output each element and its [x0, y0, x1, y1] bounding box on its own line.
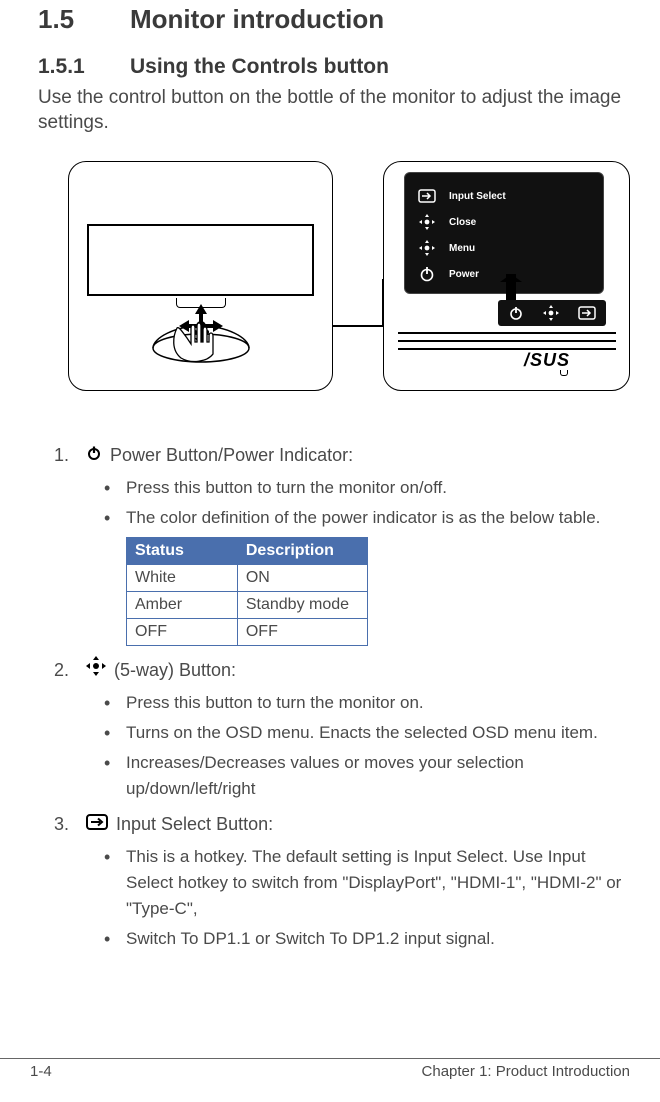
list-item: (5-way) Button: Press this button to tur…	[74, 656, 630, 802]
page-number: 1-4	[30, 1063, 52, 1080]
joystick-icon	[86, 656, 106, 684]
section-number: 1.5	[38, 4, 130, 35]
input-select-icon	[86, 810, 108, 838]
bezel-notch	[560, 370, 568, 376]
list-item-title: (5-way) Button:	[114, 656, 236, 684]
table-header: Status	[127, 538, 238, 565]
control-strip	[498, 300, 606, 326]
subsection-heading: 1.5.1Using the Controls button	[38, 55, 630, 79]
list-item-title: Power Button/Power Indicator:	[110, 441, 353, 469]
osd-row: Menu	[417, 235, 591, 261]
osd-item-label: Close	[449, 217, 476, 228]
power-icon	[86, 441, 102, 469]
menu-icon	[417, 240, 437, 256]
list-item: Press this button to turn the monitor on…	[104, 475, 630, 501]
osd-item-label: Menu	[449, 243, 475, 254]
osd-row: Input Select	[417, 183, 591, 209]
joystick-icon	[543, 305, 559, 321]
list-item: Increases/Decreases values or moves your…	[104, 750, 630, 802]
list-item: Switch To DP1.1 or Switch To DP1.2 input…	[104, 926, 630, 952]
list-item: Press this button to turn the monitor on…	[104, 690, 630, 716]
osd-item-label: Power	[449, 269, 479, 280]
table-row: OFFOFF	[127, 619, 368, 646]
input-select-icon	[578, 306, 596, 320]
diagram-container: Input Select Close Menu Power	[68, 161, 630, 397]
bezel-line	[398, 332, 616, 342]
list-item: This is a hotkey. The default setting is…	[104, 844, 630, 922]
power-icon	[417, 266, 437, 282]
close-icon	[417, 214, 437, 230]
list-item: Power Button/Power Indicator: Press this…	[74, 441, 630, 646]
diagram-panel-right: Input Select Close Menu Power	[383, 161, 630, 391]
asus-logo: /SUS	[524, 350, 604, 372]
monitor-neck	[176, 298, 226, 308]
status-table: Status Description WhiteON AmberStandby …	[126, 537, 368, 646]
leader-line	[332, 325, 384, 327]
section-title: Monitor introduction	[130, 4, 384, 34]
power-icon	[508, 305, 524, 321]
osd-row: Close	[417, 209, 591, 235]
diagram-panel-left	[68, 161, 333, 391]
section-heading: 1.5Monitor introduction	[38, 0, 630, 35]
subsection-title: Using the Controls button	[130, 55, 389, 78]
list-item: The color definition of the power indica…	[104, 505, 630, 531]
table-row: AmberStandby mode	[127, 592, 368, 619]
lead-paragraph: Use the control button on the bottle of …	[38, 85, 630, 135]
chapter-label: Chapter 1: Product Introduction	[422, 1063, 630, 1080]
list-item-title: Input Select Button:	[116, 810, 273, 838]
instruction-list: Power Button/Power Indicator: Press this…	[38, 441, 630, 952]
list-item: Input Select Button: This is a hotkey. T…	[74, 810, 630, 952]
page-footer: 1-4 Chapter 1: Product Introduction	[0, 1058, 660, 1080]
list-item: Turns on the OSD menu. Enacts the select…	[104, 720, 630, 746]
monitor-outline	[87, 224, 314, 296]
osd-item-label: Input Select	[449, 191, 506, 202]
table-header: Description	[237, 538, 367, 565]
monitor-stand	[151, 308, 251, 364]
subsection-number: 1.5.1	[38, 55, 130, 79]
input-select-icon	[417, 189, 437, 203]
table-row: WhiteON	[127, 565, 368, 592]
